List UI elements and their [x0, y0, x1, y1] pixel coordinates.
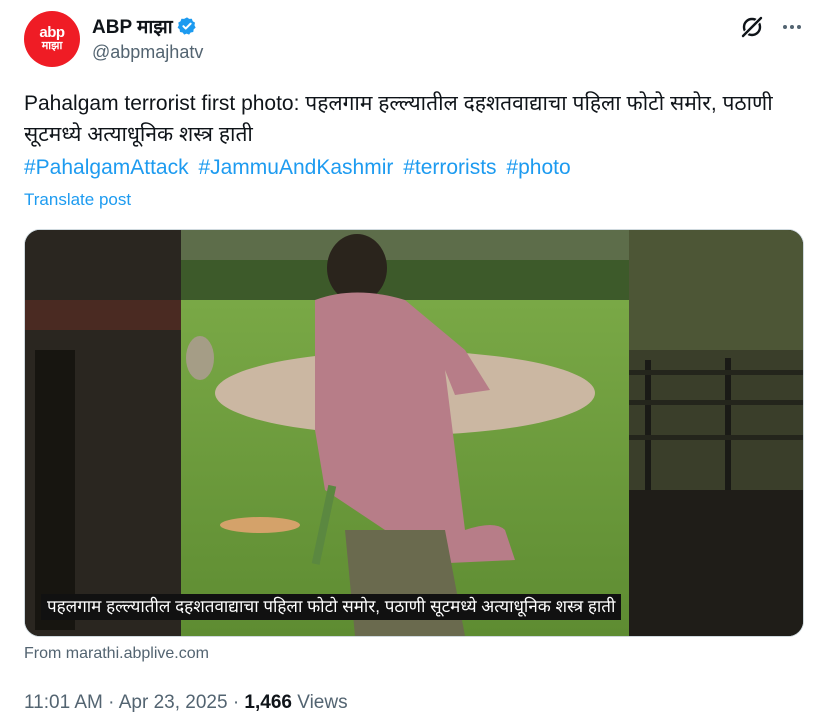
- meta-separator: ·: [232, 692, 245, 713]
- author-name-row: ABP माझा: [92, 13, 197, 39]
- post-meta: 11:01 AM · Apr 23, 2025 · 1,466 Views: [24, 692, 348, 714]
- more-dot: [790, 25, 794, 29]
- views-count: 1,466: [244, 692, 292, 713]
- more-dot: [783, 25, 787, 29]
- views-label: Views: [297, 692, 348, 713]
- display-name[interactable]: ABP माझा: [92, 13, 173, 39]
- card-source-link[interactable]: From marathi.abplive.com: [24, 645, 209, 663]
- avatar[interactable]: abp माझा: [24, 11, 80, 67]
- avatar-logo-subtext: माझा: [41, 40, 63, 52]
- grok-icon[interactable]: [738, 13, 766, 41]
- hashtag-link[interactable]: #photo: [506, 156, 570, 179]
- avatar-logo-text: abp: [39, 24, 65, 41]
- hashtag-link[interactable]: #PahalgamAttack: [24, 156, 189, 179]
- hashtag-list: #PahalgamAttack #JammuAndKashmir #terror…: [24, 153, 575, 183]
- more-dot: [797, 25, 801, 29]
- more-options-button[interactable]: [778, 13, 806, 41]
- author-handle[interactable]: @abpmajhatv: [92, 42, 203, 63]
- post-date[interactable]: Apr 23, 2025: [119, 692, 228, 713]
- hashtag-link[interactable]: #terrorists: [403, 156, 496, 179]
- verified-badge-icon: [177, 17, 196, 35]
- meta-separator: ·: [108, 692, 119, 713]
- video-frame-image: [25, 230, 803, 636]
- post-media-video[interactable]: पहलगाम हल्ल्यातील दहशतवाद्याचा पहिला फोट…: [24, 229, 804, 637]
- translate-post-link[interactable]: Translate post: [24, 190, 131, 210]
- post-time[interactable]: 11:01 AM: [24, 692, 103, 713]
- post-text: Pahalgam terrorist first photo: पहलगाम ह…: [24, 92, 773, 146]
- video-caption: पहलगाम हल्ल्यातील दहशतवाद्याचा पहिला फोट…: [41, 594, 622, 620]
- hashtag-link[interactable]: #JammuAndKashmir: [198, 156, 393, 179]
